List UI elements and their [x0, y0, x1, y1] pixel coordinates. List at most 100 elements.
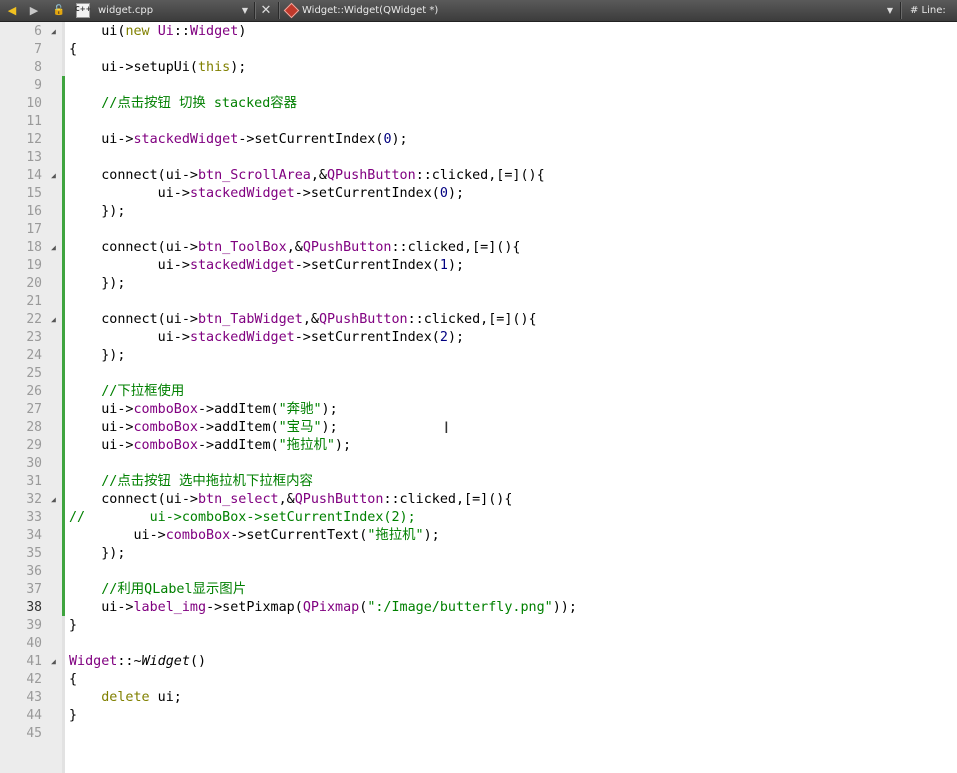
line-number: 18 — [26, 239, 42, 255]
text-cursor-icon: I — [444, 418, 449, 437]
document-dropdown-button[interactable]: ▼ — [239, 0, 251, 21]
code-line[interactable]: ui->comboBox->addItem("奔驰"); — [69, 401, 337, 419]
modified-line-marker — [62, 436, 65, 454]
fold-marker-icon[interactable]: ◢ — [51, 491, 56, 509]
code-line[interactable]: //点击按钮 选中拖拉机下拉框内容 — [69, 473, 313, 491]
code-line[interactable]: ui->comboBox->addItem("拖拉机"); — [69, 437, 351, 455]
forward-button[interactable]: ▶ — [25, 0, 43, 21]
line-number: 10 — [26, 95, 42, 111]
code-token: ); — [423, 527, 440, 543]
code-line[interactable]: } — [69, 707, 77, 725]
code-token: ->addItem( — [198, 437, 279, 453]
code-token: } — [69, 707, 78, 723]
code-line[interactable]: Widget::~Widget() — [69, 653, 206, 671]
code-token: stackedWidget — [133, 131, 239, 147]
line-number: 16 — [26, 203, 42, 219]
code-token: { — [69, 41, 78, 57]
code-line[interactable]: //点击按钮 切换 stacked容器 — [69, 95, 297, 113]
code-line[interactable]: ui->comboBox->setCurrentText("拖拉机"); — [69, 527, 440, 545]
code-line[interactable]: ui->setupUi(this); — [69, 59, 246, 77]
code-token: stackedWidget — [189, 257, 295, 273]
code-token: }); — [69, 545, 126, 561]
code-token: stackedWidget — [189, 185, 295, 201]
code-line[interactable]: connect(ui->btn_TabWidget,&QPushButton::… — [69, 311, 537, 329]
code-line[interactable]: }); — [69, 203, 125, 221]
code-line[interactable]: ui->stackedWidget->setCurrentIndex(0); — [69, 185, 464, 203]
code-line[interactable]: ui->comboBox->addItem("宝马"); — [69, 419, 337, 437]
code-line[interactable]: connect(ui->btn_ToolBox,&QPushButton::cl… — [69, 239, 520, 257]
code-token: ); — [391, 131, 408, 147]
modified-line-marker — [62, 400, 65, 418]
code-token: "拖拉机" — [278, 437, 335, 453]
modified-line-marker — [62, 508, 65, 526]
code-token: QPushButton — [294, 491, 384, 507]
code-token: comboBox — [133, 419, 199, 435]
code-token: ::clicked,[=](){ — [407, 311, 537, 327]
code-line[interactable]: //利用QLabel显示图片 — [69, 581, 246, 599]
code-token: Widget — [69, 653, 118, 669]
code-line[interactable]: ui(new Ui::Widget) — [69, 23, 246, 41]
code-token: ->addItem( — [198, 401, 279, 417]
current-symbol-selector[interactable]: Widget::Widget(QWidget *) — [302, 0, 438, 21]
line-column-indicator[interactable]: # Line: — [910, 0, 946, 21]
fold-marker-icon[interactable]: ◢ — [51, 167, 56, 185]
code-token: ,& — [302, 311, 319, 327]
code-line[interactable]: }); — [69, 545, 125, 563]
code-line[interactable]: ui->stackedWidget->setCurrentIndex(1); — [69, 257, 464, 275]
code-line[interactable]: //下拉框使用 — [69, 383, 184, 401]
modified-line-marker — [62, 490, 65, 508]
fold-marker-icon[interactable]: ◢ — [51, 239, 56, 257]
symbol-dropdown-button[interactable]: ▼ — [884, 0, 896, 21]
line-number: 39 — [26, 617, 42, 633]
code-line[interactable]: }); — [69, 275, 125, 293]
method-icon — [283, 2, 299, 19]
arrow-right-icon: ▶ — [29, 4, 39, 17]
code-line[interactable]: ui->stackedWidget->setCurrentIndex(2); — [69, 329, 464, 347]
line-number: 35 — [26, 545, 42, 561]
fold-marker-icon[interactable]: ◢ — [51, 653, 56, 671]
code-editor[interactable]: 6 ◢ 7 8 9 10 11 12 13 14 ◢ 15 16 17 18 ◢ 19 20 21 22 ◢ 23 24 25… — [0, 22, 957, 773]
line-number: 12 — [26, 131, 42, 147]
code-token: this — [198, 59, 231, 75]
back-button[interactable]: ◀ — [3, 0, 21, 21]
close-document-button[interactable]: ✕ — [258, 0, 274, 21]
code-line[interactable]: ui->stackedWidget->setCurrentIndex(0); — [69, 131, 408, 149]
code-token: //点击按钮 选中拖拉机下拉框内容 — [101, 473, 313, 489]
modified-line-marker — [62, 94, 65, 112]
code-line[interactable]: { — [69, 671, 77, 689]
modified-line-marker — [62, 526, 65, 544]
line-number: 41 — [26, 653, 42, 669]
code-token: "宝马" — [278, 419, 322, 435]
line-number: 27 — [26, 401, 42, 417]
line-number: 24 — [26, 347, 42, 363]
code-line[interactable]: connect(ui->btn_select,&QPushButton::cli… — [69, 491, 512, 509]
toolbar-divider — [278, 2, 280, 19]
code-token: }); — [69, 203, 126, 219]
code-line[interactable]: ui->label_img->setPixmap(QPixmap(":/Imag… — [69, 599, 577, 617]
line-number: 44 — [26, 707, 42, 723]
code-line[interactable]: delete ui; — [69, 689, 182, 707]
lock-button[interactable]: 🔓 — [51, 0, 67, 21]
code-line[interactable]: connect(ui->btn_ScrollArea,&QPushButton:… — [69, 167, 544, 185]
code-line[interactable]: }); — [69, 347, 125, 365]
code-line[interactable]: // ui->comboBox->setCurrentIndex(2); — [69, 509, 416, 527]
line-number: 17 — [26, 221, 42, 237]
code-token: connect(ui-> — [69, 491, 198, 507]
modified-line-marker — [62, 184, 65, 202]
fold-marker-icon[interactable]: ◢ — [51, 23, 56, 41]
line-number: 8 — [34, 59, 42, 75]
code-token: ui-> — [69, 131, 134, 147]
code-token: ui-> — [69, 437, 134, 453]
line-number: 38 — [26, 599, 42, 615]
code-token: }); — [69, 347, 126, 363]
open-document-name[interactable]: widget.cpp — [98, 0, 153, 21]
code-token: ::clicked,[=](){ — [383, 491, 513, 507]
fold-marker-icon[interactable]: ◢ — [51, 311, 56, 329]
code-line[interactable]: } — [69, 617, 77, 635]
code-line[interactable]: { — [69, 41, 77, 59]
code-token: } — [69, 617, 78, 633]
code-token: connect(ui-> — [69, 311, 198, 327]
